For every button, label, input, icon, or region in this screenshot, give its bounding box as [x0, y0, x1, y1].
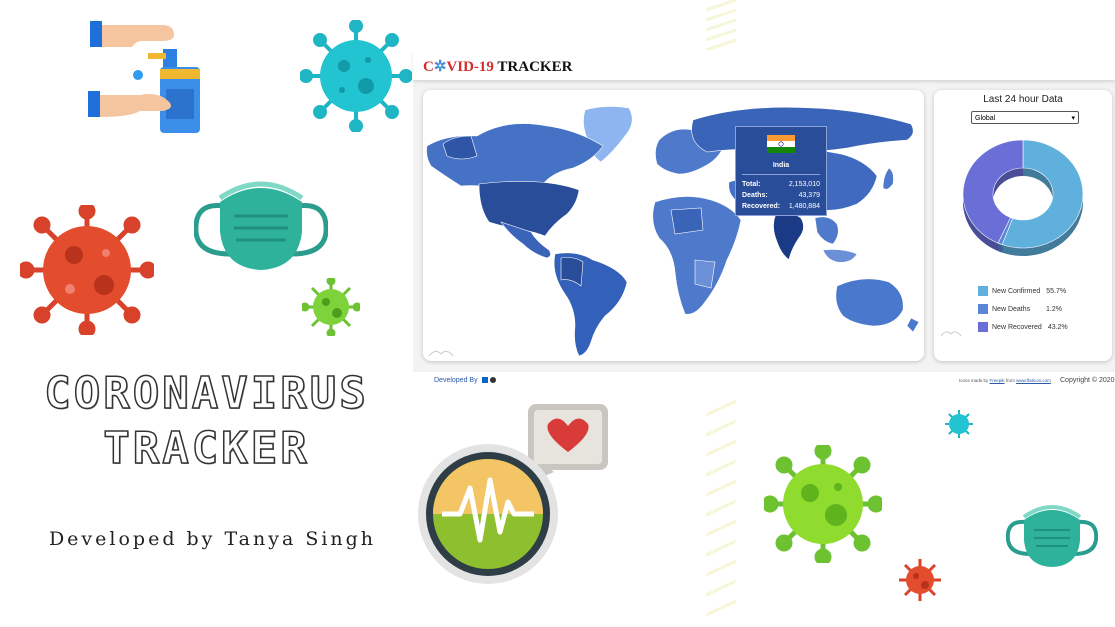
virus-icon — [899, 559, 941, 601]
tooltip-divider — [742, 174, 820, 175]
app-screenshot: C✲VID-19 TRACKER India Total: 2,153,010 … — [413, 50, 1115, 390]
mask-icon — [194, 181, 328, 270]
stripe-decoration — [706, 0, 737, 50]
legend-swatch — [978, 304, 988, 314]
last-24h-card: Last 24 hour Data Global ▾ New Confirmed… — [934, 90, 1112, 361]
legend-item[interactable]: New Recovered 43.2% — [978, 322, 1068, 332]
flaticon-link[interactable]: www.flaticon.com — [1016, 378, 1051, 383]
app-brand[interactable]: C✲VID-19 TRACKER — [423, 57, 572, 76]
country-tooltip: India Total: 2,153,010 Deaths: 43,379 Re… — [735, 126, 827, 216]
tooltip-recovered-row: Recovered: 1,480,884 — [742, 203, 820, 210]
world-map-card: India Total: 2,153,010 Deaths: 43,379 Re… — [423, 90, 924, 361]
tooltip-recovered-value: 1,480,884 — [788, 203, 820, 210]
legend-label: New Deaths — [992, 305, 1031, 313]
tooltip-total-row: Total: 2,153,010 — [742, 181, 820, 188]
chevron-down-icon: ▾ — [1071, 115, 1075, 122]
legend-swatch — [978, 322, 988, 332]
donut-chart[interactable] — [934, 138, 1112, 268]
tooltip-total-label: Total: — [742, 181, 761, 188]
tooltip-deaths-label: Deaths: — [742, 192, 768, 199]
hand-sanitizer-icon — [88, 21, 200, 133]
brand-tracker: TRACKER — [497, 59, 573, 75]
stripe-decoration — [706, 399, 737, 617]
tooltip-country: India — [772, 162, 790, 169]
tooltip-total-value: 2,153,010 — [788, 181, 820, 188]
mask-icon — [1006, 505, 1098, 567]
india-flag-icon — [767, 135, 795, 153]
virus-icon — [20, 205, 154, 335]
brand-vid: VID-19 — [446, 59, 494, 75]
icons-credit-prefix: Icons made by — [959, 378, 989, 383]
legend-label: New Confirmed — [992, 287, 1041, 295]
legend-swatch — [978, 286, 988, 296]
virus-icon — [302, 278, 360, 336]
promo-panel: CORONAVIRUS TRACKER Developed by Tanya S… — [0, 0, 413, 627]
legend-value: 55.7% — [1046, 287, 1067, 295]
stats-title: Last 24 hour Data — [983, 94, 1063, 105]
tooltip-recovered-label: Recovered: — [742, 203, 781, 210]
hero-title-line2: TRACKER — [103, 422, 310, 475]
legend-value: 1.2% — [1046, 305, 1062, 313]
region-select[interactable]: Global ▾ — [971, 111, 1079, 124]
icons-credit-mid: from — [1005, 378, 1015, 383]
freepik-link[interactable]: Freepik — [990, 378, 1005, 383]
copyright: Copyright © 2020 — [1060, 377, 1115, 384]
virus-icon — [764, 445, 882, 563]
app-footer: Developed By Icons made by Freepik from … — [413, 372, 1115, 390]
footer-developed-label: Developed By — [434, 377, 478, 384]
tooltip-deaths-row: Deaths: 43,379 — [742, 192, 820, 199]
watermark-icon — [940, 331, 962, 337]
icons-credit: Icons made by Freepik from www.flaticon.… — [959, 378, 1051, 383]
world-map[interactable] — [423, 90, 924, 361]
github-icon[interactable] — [489, 377, 496, 384]
virus-icon — [300, 20, 412, 132]
virus-icon — [945, 410, 973, 438]
legend-item[interactable]: New Confirmed 55.7% — [978, 286, 1066, 296]
brand-letter: C — [423, 59, 434, 75]
legend-label: New Recovered — [992, 323, 1042, 331]
hero-title-line1: CORONAVIRUS — [44, 367, 369, 420]
developer-credit: Developed by Tanya Singh — [48, 528, 377, 550]
linkedin-icon[interactable] — [481, 377, 488, 384]
legend-value: 43.2% — [1047, 323, 1068, 331]
region-select-value: Global — [975, 115, 996, 122]
app-header: C✲VID-19 TRACKER — [413, 50, 1115, 80]
virus-o-icon: ✲ — [433, 59, 447, 75]
health-monitor-icon — [418, 404, 608, 584]
footer-developed-by: Developed By — [434, 377, 496, 384]
legend-item[interactable]: New Deaths 1.2% — [978, 304, 1062, 314]
tooltip-deaths-value: 43,379 — [798, 192, 820, 199]
